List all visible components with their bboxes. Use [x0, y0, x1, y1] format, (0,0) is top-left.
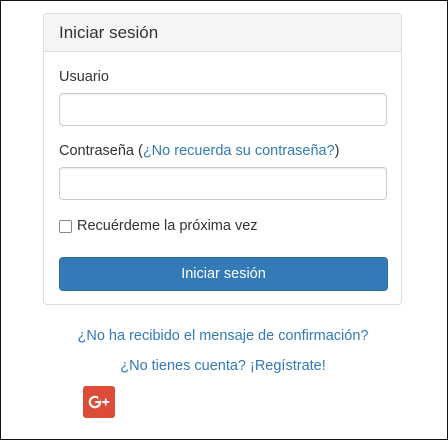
remember-checkbox[interactable] — [59, 219, 72, 233]
password-label: Contraseña (¿No recuerda su contraseña?) — [59, 143, 340, 159]
remember-me: Recuérdeme la próxima vez — [59, 218, 258, 234]
resend-confirmation-link[interactable]: ¿No ha recibido el mensaje de confirmaci… — [78, 328, 369, 344]
remember-label: Recuérdeme la próxima vez — [77, 218, 258, 234]
username-label: Usuario — [59, 69, 109, 85]
password-label-close: ) — [334, 143, 340, 159]
google-plus-icon — [88, 395, 110, 409]
panel-heading: Iniciar sesión — [44, 14, 401, 52]
google-plus-button[interactable] — [83, 386, 115, 418]
password-input[interactable] — [59, 167, 387, 200]
forgot-password-link[interactable]: ¿No recuerda su contraseña? — [143, 143, 335, 159]
register-link[interactable]: ¿No tienes cuenta? ¡Regístrate! — [120, 358, 326, 374]
login-panel: Iniciar sesión Usuario Contraseña (¿No r… — [43, 13, 402, 305]
password-label-text: Contraseña ( — [59, 143, 143, 159]
register-row: ¿No tienes cuenta? ¡Regístrate! — [1, 358, 445, 374]
login-button[interactable]: Iniciar sesión — [59, 257, 388, 291]
page-frame: Iniciar sesión Usuario Contraseña (¿No r… — [0, 0, 448, 440]
username-input[interactable] — [59, 93, 387, 126]
confirmation-row: ¿No ha recibido el mensaje de confirmaci… — [1, 328, 445, 344]
